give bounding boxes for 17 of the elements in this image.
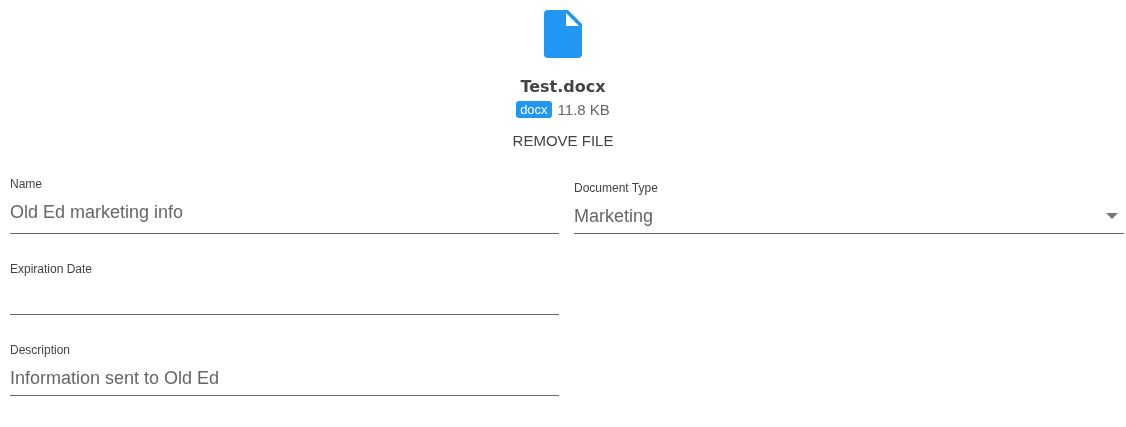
field-label: Document Type [574, 181, 659, 195]
field-label: Expiration Date [10, 262, 94, 276]
field-value: Marketing [574, 205, 655, 227]
text-field[interactable]: Description Information sent to Old Ed [10, 343, 559, 396]
text-field[interactable]: Expiration Date [10, 262, 559, 315]
file-name: Test.docx [520, 77, 606, 96]
file-size: 11.8 KB [557, 101, 610, 118]
file-type-tag: docx [516, 101, 552, 118]
field-label: Description [10, 343, 72, 357]
select-field[interactable]: Document Type Marketing [574, 181, 1124, 234]
field-value: Information sent to Old Ed [10, 367, 221, 389]
field-value: Old Ed marketing info [10, 201, 185, 223]
remove-file-button[interactable]: REMOVE FILE [504, 126, 622, 155]
file-icon [544, 10, 582, 58]
text-field[interactable]: Name Old Ed marketing info [10, 177, 559, 234]
dropdown-caret-icon [1106, 213, 1118, 219]
field-label: Name [10, 177, 43, 191]
